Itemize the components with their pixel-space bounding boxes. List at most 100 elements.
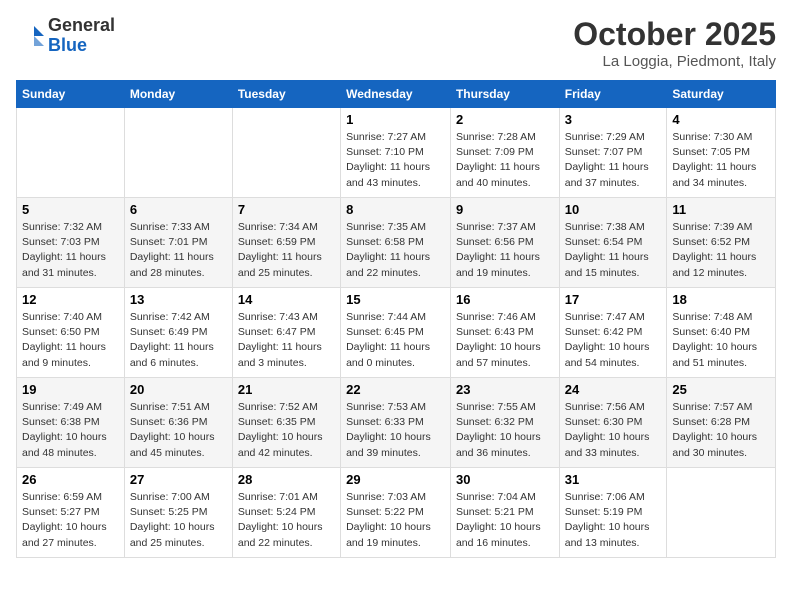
calendar-cell: 9 Sunrise: 7:37 AMSunset: 6:56 PMDaylight…: [450, 198, 559, 288]
day-number: 13: [130, 292, 227, 307]
weekday-header: Sunday: [17, 81, 125, 108]
day-number: 11: [672, 202, 770, 217]
cell-info: Sunrise: 7:48 AMSunset: 6:40 PMDaylight:…: [672, 310, 770, 371]
day-number: 2: [456, 112, 554, 127]
calendar-cell: [667, 468, 776, 558]
day-number: 18: [672, 292, 770, 307]
day-number: 10: [565, 202, 662, 217]
weekday-header: Saturday: [667, 81, 776, 108]
day-number: 7: [238, 202, 335, 217]
calendar-cell: 19Sunrise: 7:49 AMSunset: 6:38 PMDayligh…: [17, 378, 125, 468]
calendar-cell: 14 Sunrise: 7:43 AMSunset: 6:47 PMDayligh…: [232, 288, 340, 378]
day-number: 24: [565, 382, 662, 397]
logo: General Blue: [16, 16, 115, 56]
day-number: 19: [22, 382, 119, 397]
logo-blue: Blue: [48, 36, 115, 56]
cell-info: Sunrise: 7:40 AMSunset: 6:50 PMDaylight:…: [22, 310, 119, 371]
calendar-week-row: 12 Sunrise: 7:40 AMSunset: 6:50 PMDayligh…: [17, 288, 776, 378]
cell-info: Sunrise: 7:30 AMSunset: 7:05 PMDaylight:…: [672, 130, 770, 191]
weekday-header-row: SundayMondayTuesdayWednesdayThursdayFrid…: [17, 81, 776, 108]
calendar-cell: 23 Sunrise: 7:55 AMSunset: 6:32 PMDayligh…: [450, 378, 559, 468]
day-number: 15: [346, 292, 445, 307]
cell-info: Sunrise: 7:51 AMSunset: 6:36 PMDaylight:…: [130, 400, 227, 461]
calendar-cell: 26Sunrise: 6:59 AMSunset: 5:27 PMDayligh…: [17, 468, 125, 558]
day-number: 20: [130, 382, 227, 397]
cell-info: Sunrise: 7:57 AMSunset: 6:28 PMDaylight:…: [672, 400, 770, 461]
calendar-cell: 29Sunrise: 7:03 AMSunset: 5:22 PMDayligh…: [341, 468, 451, 558]
calendar-cell: 24 Sunrise: 7:56 AMSunset: 6:30 PMDayligh…: [559, 378, 667, 468]
month-title: October 2025: [573, 16, 776, 53]
logo-icon: [16, 22, 44, 50]
title-block: October 2025 La Loggia, Piedmont, Italy: [573, 16, 776, 70]
weekday-header: Friday: [559, 81, 667, 108]
cell-info: Sunrise: 7:38 AMSunset: 6:54 PMDaylight:…: [565, 220, 662, 281]
cell-info: Sunrise: 7:56 AMSunset: 6:30 PMDaylight:…: [565, 400, 662, 461]
cell-info: Sunrise: 7:27 AMSunset: 7:10 PMDaylight:…: [346, 130, 445, 191]
calendar-cell: 1 Sunrise: 7:27 AMSunset: 7:10 PMDaylight…: [341, 108, 451, 198]
calendar-cell: 17Sunrise: 7:47 AMSunset: 6:42 PMDayligh…: [559, 288, 667, 378]
calendar-cell: 8Sunrise: 7:35 AMSunset: 6:58 PMDaylight…: [341, 198, 451, 288]
calendar-cell: 22 Sunrise: 7:53 AMSunset: 6:33 PMDayligh…: [341, 378, 451, 468]
cell-info: Sunrise: 7:53 AMSunset: 6:33 PMDaylight:…: [346, 400, 445, 461]
cell-info: Sunrise: 7:43 AMSunset: 6:47 PMDaylight:…: [238, 310, 335, 371]
weekday-header: Thursday: [450, 81, 559, 108]
calendar-cell: 13 Sunrise: 7:42 AMSunset: 6:49 PMDayligh…: [124, 288, 232, 378]
cell-info: Sunrise: 7:04 AMSunset: 5:21 PMDaylight:…: [456, 490, 554, 551]
calendar-week-row: 1 Sunrise: 7:27 AMSunset: 7:10 PMDaylight…: [17, 108, 776, 198]
day-number: 3: [565, 112, 662, 127]
day-number: 26: [22, 472, 119, 487]
day-number: 17: [565, 292, 662, 307]
calendar-cell: [17, 108, 125, 198]
day-number: 5: [22, 202, 119, 217]
cell-info: Sunrise: 7:52 AMSunset: 6:35 PMDaylight:…: [238, 400, 335, 461]
calendar-cell: 20 Sunrise: 7:51 AMSunset: 6:36 PMDayligh…: [124, 378, 232, 468]
calendar-cell: 11 Sunrise: 7:39 AMSunset: 6:52 PMDayligh…: [667, 198, 776, 288]
calendar-cell: 3 Sunrise: 7:29 AMSunset: 7:07 PMDaylight…: [559, 108, 667, 198]
calendar-cell: 15Sunrise: 7:44 AMSunset: 6:45 PMDayligh…: [341, 288, 451, 378]
cell-info: Sunrise: 7:34 AMSunset: 6:59 PMDaylight:…: [238, 220, 335, 281]
cell-info: Sunrise: 7:39 AMSunset: 6:52 PMDaylight:…: [672, 220, 770, 281]
calendar-week-row: 19Sunrise: 7:49 AMSunset: 6:38 PMDayligh…: [17, 378, 776, 468]
weekday-header: Monday: [124, 81, 232, 108]
day-number: 6: [130, 202, 227, 217]
day-number: 31: [565, 472, 662, 487]
day-number: 30: [456, 472, 554, 487]
cell-info: Sunrise: 7:46 AMSunset: 6:43 PMDaylight:…: [456, 310, 554, 371]
day-number: 23: [456, 382, 554, 397]
calendar-cell: 5Sunrise: 7:32 AMSunset: 7:03 PMDaylight…: [17, 198, 125, 288]
day-number: 9: [456, 202, 554, 217]
calendar-cell: 4Sunrise: 7:30 AMSunset: 7:05 PMDaylight…: [667, 108, 776, 198]
calendar-cell: 31 Sunrise: 7:06 AMSunset: 5:19 PMDayligh…: [559, 468, 667, 558]
cell-info: Sunrise: 7:37 AMSunset: 6:56 PMDaylight:…: [456, 220, 554, 281]
calendar-week-row: 26Sunrise: 6:59 AMSunset: 5:27 PMDayligh…: [17, 468, 776, 558]
weekday-header: Tuesday: [232, 81, 340, 108]
logo-general: General: [48, 16, 115, 36]
calendar-cell: 18 Sunrise: 7:48 AMSunset: 6:40 PMDayligh…: [667, 288, 776, 378]
calendar-cell: 7 Sunrise: 7:34 AMSunset: 6:59 PMDaylight…: [232, 198, 340, 288]
day-number: 22: [346, 382, 445, 397]
cell-info: Sunrise: 7:55 AMSunset: 6:32 PMDaylight:…: [456, 400, 554, 461]
calendar-cell: 30 Sunrise: 7:04 AMSunset: 5:21 PMDayligh…: [450, 468, 559, 558]
day-number: 1: [346, 112, 445, 127]
cell-info: Sunrise: 7:42 AMSunset: 6:49 PMDaylight:…: [130, 310, 227, 371]
day-number: 14: [238, 292, 335, 307]
calendar-cell: 16Sunrise: 7:46 AMSunset: 6:43 PMDayligh…: [450, 288, 559, 378]
calendar-cell: [232, 108, 340, 198]
header: General Blue October 2025 La Loggia, Pie…: [16, 16, 776, 70]
calendar-cell: 12 Sunrise: 7:40 AMSunset: 6:50 PMDayligh…: [17, 288, 125, 378]
calendar-cell: 21Sunrise: 7:52 AMSunset: 6:35 PMDayligh…: [232, 378, 340, 468]
calendar-cell: 10 Sunrise: 7:38 AMSunset: 6:54 PMDayligh…: [559, 198, 667, 288]
day-number: 28: [238, 472, 335, 487]
location: La Loggia, Piedmont, Italy: [573, 53, 776, 70]
cell-info: Sunrise: 7:06 AMSunset: 5:19 PMDaylight:…: [565, 490, 662, 551]
cell-info: Sunrise: 7:29 AMSunset: 7:07 PMDaylight:…: [565, 130, 662, 191]
calendar-table: SundayMondayTuesdayWednesdayThursdayFrid…: [16, 80, 776, 558]
cell-info: Sunrise: 7:00 AMSunset: 5:25 PMDaylight:…: [130, 490, 227, 551]
cell-info: Sunrise: 7:03 AMSunset: 5:22 PMDaylight:…: [346, 490, 445, 551]
cell-info: Sunrise: 7:01 AMSunset: 5:24 PMDaylight:…: [238, 490, 335, 551]
logo-text: General Blue: [48, 16, 115, 56]
cell-info: Sunrise: 7:28 AMSunset: 7:09 PMDaylight:…: [456, 130, 554, 191]
calendar-week-row: 5Sunrise: 7:32 AMSunset: 7:03 PMDaylight…: [17, 198, 776, 288]
calendar-cell: 6Sunrise: 7:33 AMSunset: 7:01 PMDaylight…: [124, 198, 232, 288]
day-number: 12: [22, 292, 119, 307]
